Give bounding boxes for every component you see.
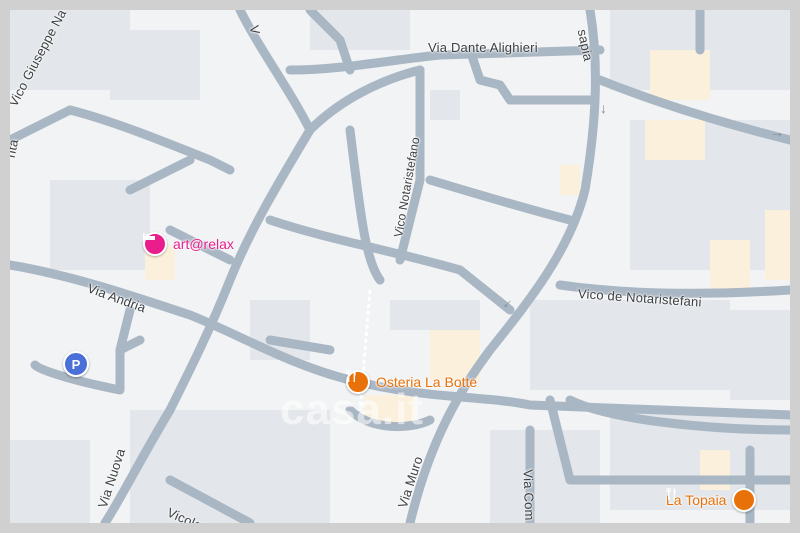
map-geometry <box>10 10 790 523</box>
one-way-arrow-icon: → <box>770 124 784 140</box>
fork-knife-icon <box>666 488 757 512</box>
map-canvas[interactable]: ↓ → ↓ Via Dante Alighieri Vico Giuseppe … <box>10 10 790 523</box>
map-frame: ↓ → ↓ Via Dante Alighieri Vico Giuseppe … <box>0 0 800 533</box>
street-label-via-com: Via Com <box>520 469 538 521</box>
poi-art-relax[interactable]: art@relax <box>143 232 234 256</box>
poi-osteria-la-botte[interactable]: Osteria La Botte <box>346 370 477 394</box>
street-label-via-dante-alighieri: Via Dante Alighieri <box>428 40 538 55</box>
poi-label-art-relax: art@relax <box>173 236 234 252</box>
poi-la-topaia[interactable]: La Topaia <box>666 488 757 512</box>
one-way-arrow-icon: ↓ <box>600 100 607 116</box>
fork-knife-icon <box>346 370 370 394</box>
bed-icon <box>143 232 167 256</box>
parking-icon[interactable]: P <box>63 351 89 377</box>
poi-label-osteria-la-botte: Osteria La Botte <box>376 374 478 390</box>
